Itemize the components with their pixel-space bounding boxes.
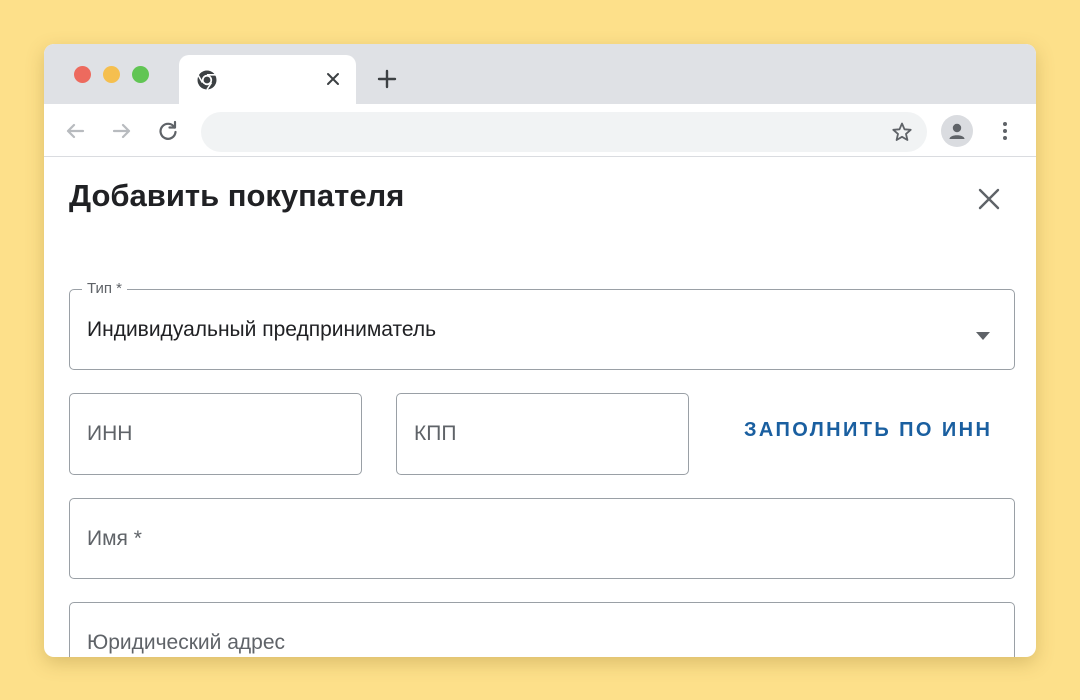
browser-tab[interactable]: [179, 55, 356, 104]
dialog: Добавить покупателя Тип * Индивидуальный…: [44, 157, 1036, 657]
arrow-left-icon[interactable]: [63, 119, 87, 143]
profile-avatar[interactable]: [941, 115, 973, 147]
address-bar[interactable]: [201, 112, 927, 152]
kebab-icon[interactable]: [996, 118, 1014, 144]
name-input[interactable]: Имя *: [69, 498, 1015, 579]
close-window-button[interactable]: [74, 66, 91, 83]
name-placeholder: Имя *: [87, 526, 142, 550]
chrome-icon: [196, 69, 218, 91]
type-select[interactable]: Тип * Индивидуальный предприниматель: [69, 280, 1015, 370]
kpp-input[interactable]: КПП: [396, 393, 689, 475]
legal-address-input[interactable]: Юридический адрес: [69, 602, 1015, 657]
type-select-label: Тип *: [82, 280, 128, 298]
person-icon: [949, 123, 965, 139]
new-tab-plus-icon[interactable]: [377, 69, 397, 89]
minimize-window-button[interactable]: [103, 66, 120, 83]
maximize-window-button[interactable]: [132, 66, 149, 83]
inn-placeholder: ИНН: [87, 422, 133, 445]
arrow-right-icon[interactable]: [110, 119, 134, 143]
type-select-value: Индивидуальный предприниматель: [87, 317, 437, 341]
close-tab-icon[interactable]: [325, 71, 341, 87]
browser-toolbar: [44, 104, 1036, 157]
kpp-placeholder: КПП: [414, 422, 457, 445]
browser-window: Добавить покупателя Тип * Индивидуальный…: [44, 44, 1036, 657]
dialog-title: Добавить покупателя: [69, 178, 405, 213]
tab-strip: [44, 44, 1036, 104]
close-icon[interactable]: [976, 186, 1002, 212]
legal-address-placeholder: Юридический адрес: [87, 630, 286, 654]
star-icon[interactable]: [891, 121, 913, 143]
inn-input[interactable]: ИНН: [69, 393, 362, 475]
reload-icon[interactable]: [156, 119, 180, 143]
caret-down-icon: [976, 327, 990, 345]
fill-by-inn-button[interactable]: ЗАПОЛНИТЬ ПО ИНН: [744, 419, 992, 442]
